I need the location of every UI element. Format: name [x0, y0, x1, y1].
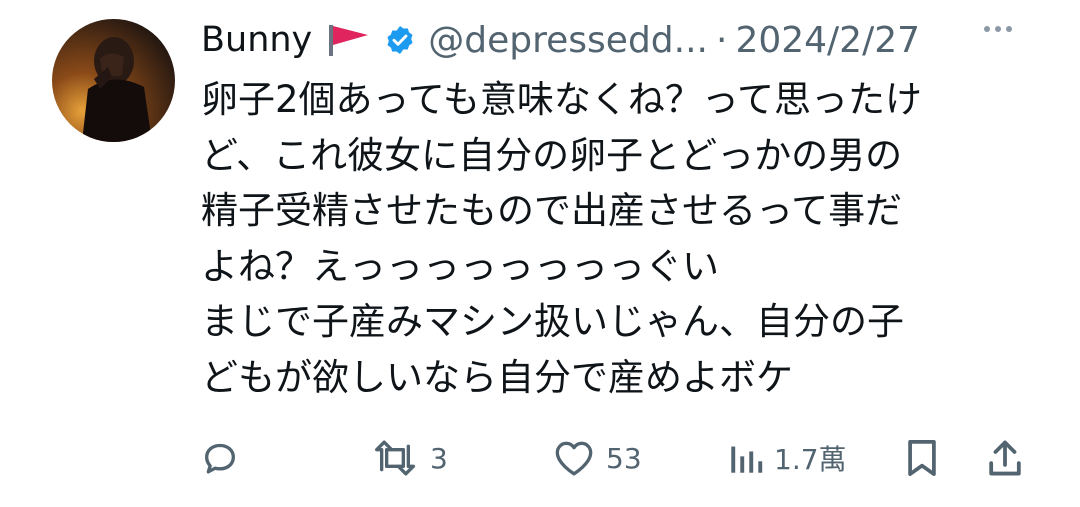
tweet-text-line: よね？えっっっっっっっっぐい — [201, 244, 719, 288]
tweet-text-line: どもが欲しいなら自分で産めよボケ — [201, 355, 793, 399]
tweet-text-line: 卵子2個あっても意味なくね？って思ったけ — [201, 78, 922, 121]
bookmark-icon — [908, 439, 936, 477]
author-handle[interactable]: @depressedd... — [428, 20, 708, 61]
red-flag-icon — [324, 22, 372, 58]
action-bar: 3 53 1.7萬 — [0, 430, 1080, 486]
share-icon — [989, 440, 1021, 476]
author-name[interactable]: Bunny — [201, 20, 312, 60]
more-options-icon[interactable] — [984, 26, 1012, 32]
tweet-header: Bunny @depressedd... · 2024/2/27 — [201, 12, 1041, 68]
tweet-text-line: まじで子産みマシン扱いじゃん、自分の子 — [201, 300, 904, 343]
tweet-date[interactable]: 2024/2/27 — [735, 20, 920, 61]
tweet-text-line: 精子受精させたもので出産させるって事だ — [201, 189, 903, 232]
tweet-text-line: ど、これ彼女に自分の卵子とどっかの男の — [201, 133, 903, 177]
like-button[interactable]: 53 — [552, 430, 642, 486]
views-count: 1.7萬 — [774, 443, 847, 476]
bookmark-button[interactable] — [905, 430, 939, 486]
verified-badge-icon[interactable] — [384, 24, 416, 56]
retweet-button[interactable]: 3 — [370, 430, 448, 486]
reply-icon — [205, 443, 235, 474]
heart-icon — [555, 441, 593, 476]
avatar[interactable] — [52, 19, 175, 142]
retweet-count: 3 — [430, 441, 448, 475]
like-count: 53 — [606, 441, 642, 475]
tweet-text: 卵子2個あっても意味なくね？って思ったけ ど、これ彼女に自分の卵子とどっかの男の… — [201, 72, 1041, 405]
avatar-photo — [52, 19, 175, 142]
views-button[interactable]: 1.7萬 — [728, 430, 847, 486]
views-icon — [731, 446, 763, 473]
separator-dot: · — [715, 19, 728, 61]
reply-button[interactable] — [200, 430, 240, 486]
retweet-icon — [375, 440, 415, 476]
share-button[interactable] — [986, 430, 1024, 486]
